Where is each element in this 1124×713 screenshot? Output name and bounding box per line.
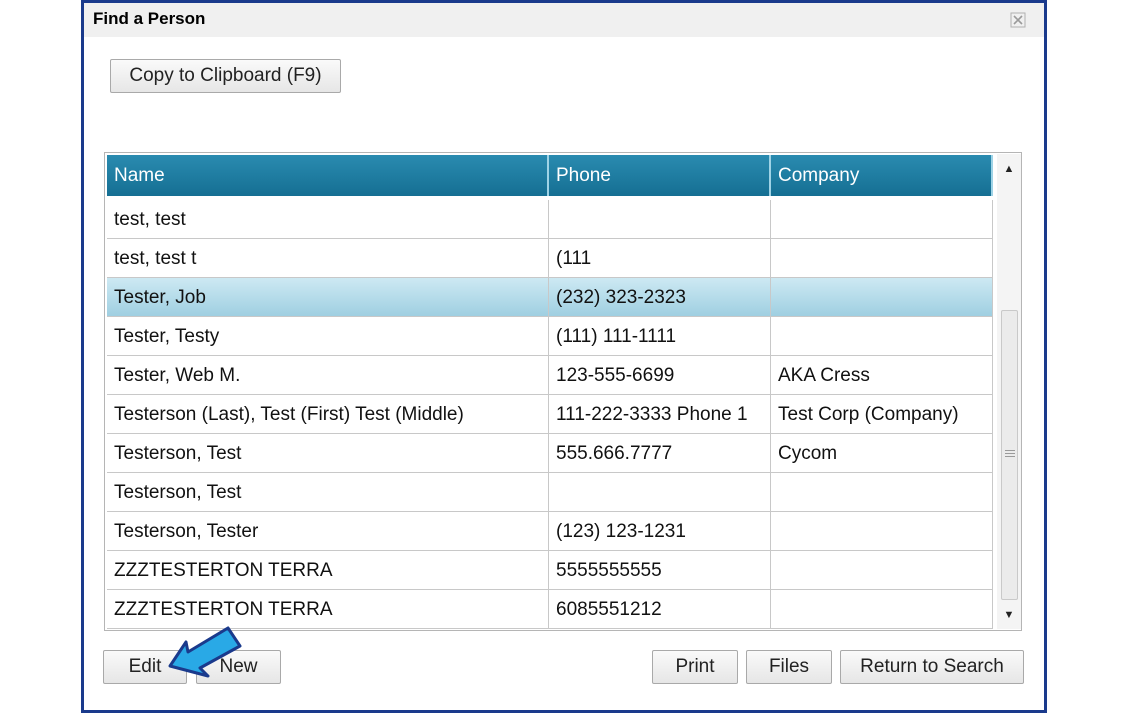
title-bar: Find a Person	[84, 3, 1044, 37]
cell-name: Testerson, Tester	[107, 512, 549, 551]
cell-name: ZZZTESTERTON TERRA	[107, 551, 549, 590]
grip-line	[1005, 453, 1015, 454]
cell-phone	[549, 200, 771, 239]
scroll-down-icon[interactable]: ▼	[997, 602, 1021, 628]
table-row[interactable]: test, test t (111	[107, 239, 993, 278]
vertical-scrollbar[interactable]: ▲ ▼	[997, 154, 1021, 629]
table-row[interactable]: Tester, Web M. 123-555-6699 AKA Cress	[107, 356, 993, 395]
people-grid: Name Phone Company test, test test, test …	[104, 152, 1022, 631]
scroll-up-icon[interactable]: ▲	[997, 156, 1021, 182]
grid-rows: test, test test, test t (111 Tester, Job (23…	[107, 200, 993, 629]
cell-phone: 6085551212	[549, 590, 771, 629]
print-button[interactable]: Print	[652, 650, 738, 684]
cell-name: test, test t	[107, 239, 549, 278]
cell-name: Testerson, Test	[107, 473, 549, 512]
cell-company	[771, 317, 993, 356]
cell-name: Testerson, Test	[107, 434, 549, 473]
scroll-thumb[interactable]	[1001, 310, 1018, 600]
column-header-phone[interactable]: Phone	[549, 155, 771, 196]
table-row[interactable]: Testerson (Last), Test (First) Test (Mid…	[107, 395, 993, 434]
column-header-company[interactable]: Company	[771, 155, 993, 196]
cell-company	[771, 590, 993, 629]
cell-phone: 5555555555	[549, 551, 771, 590]
cell-phone	[549, 473, 771, 512]
cell-name: Tester, Web M.	[107, 356, 549, 395]
cell-company: AKA Cress	[771, 356, 993, 395]
cell-company	[771, 473, 993, 512]
cell-company	[771, 551, 993, 590]
table-row[interactable]: Testerson, Test 555.666.7777 Cycom	[107, 434, 993, 473]
grid-header: Name Phone Company	[107, 155, 993, 196]
cell-phone: (232) 323-2323	[549, 278, 771, 317]
cell-phone: (111	[549, 239, 771, 278]
table-row[interactable]: test, test	[107, 200, 993, 239]
cell-company: Test Corp (Company)	[771, 395, 993, 434]
return-to-search-button[interactable]: Return to Search	[840, 650, 1024, 684]
cell-phone: 555.666.7777	[549, 434, 771, 473]
cell-name: Tester, Testy	[107, 317, 549, 356]
cell-phone: (123) 123-1231	[549, 512, 771, 551]
grip-line	[1005, 456, 1015, 457]
table-row[interactable]: Testerson, Test	[107, 473, 993, 512]
cell-name: test, test	[107, 200, 549, 239]
cell-company	[771, 200, 993, 239]
cell-company	[771, 278, 993, 317]
arrow-pointer-icon	[168, 626, 242, 678]
cell-phone: (111) 111-1111	[549, 317, 771, 356]
close-icon[interactable]	[1010, 12, 1026, 28]
cell-name: Tester, Job	[107, 278, 549, 317]
cell-name: Testerson (Last), Test (First) Test (Mid…	[107, 395, 549, 434]
column-header-name[interactable]: Name	[107, 155, 549, 196]
table-row[interactable]: Tester, Testy (111) 111-1111	[107, 317, 993, 356]
cell-phone: 123-555-6699	[549, 356, 771, 395]
cell-phone: 111-222-3333 Phone 1	[549, 395, 771, 434]
copy-to-clipboard-button[interactable]: Copy to Clipboard (F9)	[110, 59, 341, 93]
table-row[interactable]: Tester, Job (232) 323-2323	[107, 278, 993, 317]
grip-line	[1005, 450, 1015, 451]
table-row[interactable]: Testerson, Tester (123) 123-1231	[107, 512, 993, 551]
window-title: Find a Person	[93, 9, 206, 28]
files-button[interactable]: Files	[746, 650, 832, 684]
cell-company	[771, 512, 993, 551]
table-row[interactable]: ZZZTESTERTON TERRA 5555555555	[107, 551, 993, 590]
cell-company	[771, 239, 993, 278]
cell-company: Cycom	[771, 434, 993, 473]
